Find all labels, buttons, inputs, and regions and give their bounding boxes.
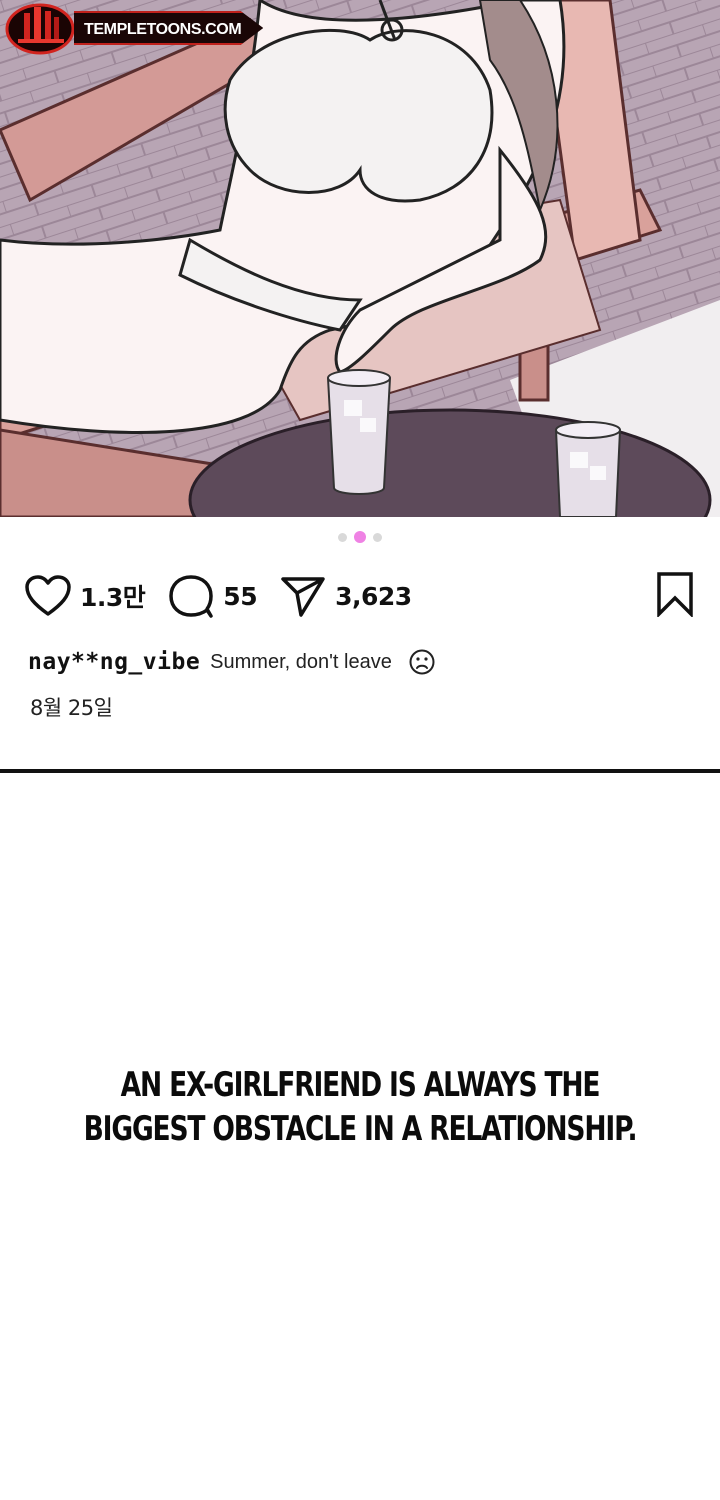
comment-icon: [169, 575, 214, 618]
username-link[interactable]: nay**ng_vibe: [28, 649, 200, 675]
post-actions: 1.3만 55 3,623: [24, 570, 434, 622]
send-icon: [281, 577, 325, 617]
post-image[interactable]: TEMPLETOONS.COM: [0, 0, 720, 517]
narration-box: AN EX-GIRLFRIEND IS ALWAYS THE BIGGEST O…: [79, 1063, 641, 1151]
narration-line: AN EX-GIRLFRIEND IS ALWAYS THE: [120, 1065, 601, 1105]
carousel-dot-active[interactable]: [354, 531, 366, 543]
share-count: 3,623: [335, 581, 412, 611]
like-button[interactable]: 1.3만: [24, 574, 146, 618]
comment-count: 55: [223, 581, 258, 611]
share-button[interactable]: 3,623: [279, 573, 412, 619]
like-count: 1.3만: [80, 583, 146, 612]
carousel-dot[interactable]: [373, 532, 382, 542]
panel-divider: [0, 769, 720, 773]
caption-text: Summer, don't leave: [210, 650, 392, 673]
post-date: 8월 25일: [30, 696, 113, 720]
carousel-dot[interactable]: [338, 532, 347, 542]
site-watermark: TEMPLETOONS.COM: [4, 2, 264, 55]
illustration: [0, 0, 720, 517]
heart-icon: [25, 575, 71, 616]
post-caption: nay**ng_vibe Summer, don't leave: [28, 648, 436, 676]
temple-logo-icon: [5, 3, 75, 55]
bookmark-button[interactable]: [655, 571, 695, 622]
carousel-indicator: [0, 531, 720, 543]
watermark-site-label: TEMPLETOONS.COM: [74, 11, 264, 45]
narration-line: BIGGEST OBSTACLE IN A RELATIONSHIP.: [83, 1109, 638, 1149]
sad-face-icon: [409, 649, 435, 675]
comment-button[interactable]: 55: [167, 573, 258, 619]
bookmark-icon: [657, 572, 693, 619]
